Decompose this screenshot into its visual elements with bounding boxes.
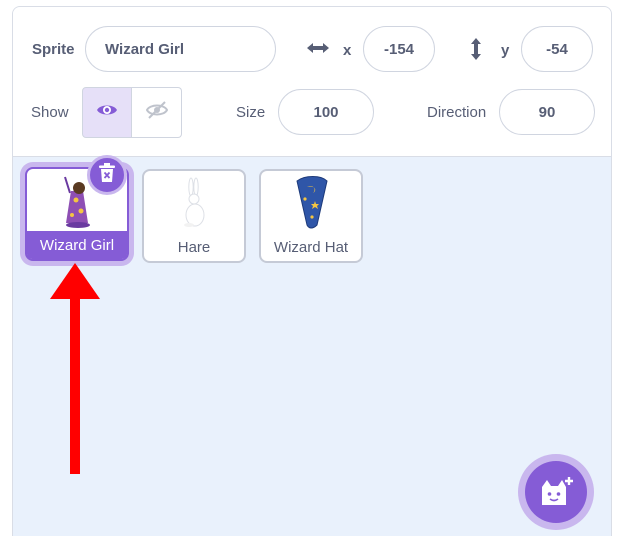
direction-input[interactable]: 90 — [499, 89, 595, 135]
sprite-info-panel: Sprite Wizard Girl x -154 y -54 Show Siz… — [13, 7, 611, 157]
y-position-input[interactable]: -54 — [521, 26, 593, 72]
choose-sprite-button[interactable] — [518, 454, 594, 530]
y-arrows-icon — [468, 36, 484, 67]
show-label: Show — [31, 104, 69, 121]
delete-sprite-button[interactable] — [87, 155, 127, 195]
direction-label: Direction — [427, 104, 487, 121]
sprite-tile-hare[interactable]: Hare — [142, 169, 246, 263]
x-label: x — [343, 42, 352, 59]
trash-icon — [98, 162, 116, 188]
sprite-pane: Sprite Wizard Girl x -154 y -54 Show Siz… — [12, 6, 612, 536]
wizard-hat-thumbnail — [261, 171, 361, 235]
sprite-tile-label: Hare — [177, 238, 211, 256]
x-position-input[interactable]: -154 — [363, 26, 435, 72]
eye-off-icon — [145, 100, 168, 125]
show-toggle-group — [82, 87, 183, 138]
show-visible-button[interactable] — [82, 87, 132, 138]
annotation-arrow — [50, 263, 100, 480]
sprite-tile-label: Wizard Hat — [273, 238, 349, 256]
sprite-name-input[interactable]: Wizard Girl — [85, 26, 276, 72]
size-label: Size — [236, 104, 266, 121]
sprite-tile-label: Wizard Girl — [27, 231, 127, 259]
eye-icon — [96, 102, 118, 123]
sprite-label: Sprite — [32, 41, 75, 58]
size-input[interactable]: 100 — [278, 89, 374, 135]
show-hidden-button[interactable] — [132, 87, 182, 138]
x-arrows-icon — [305, 40, 331, 61]
add-sprite-cat-icon — [525, 461, 587, 523]
hare-thumbnail — [144, 171, 244, 235]
y-label: y — [501, 42, 510, 59]
sprite-tile-wizard-hat[interactable]: Wizard Hat — [259, 169, 363, 263]
